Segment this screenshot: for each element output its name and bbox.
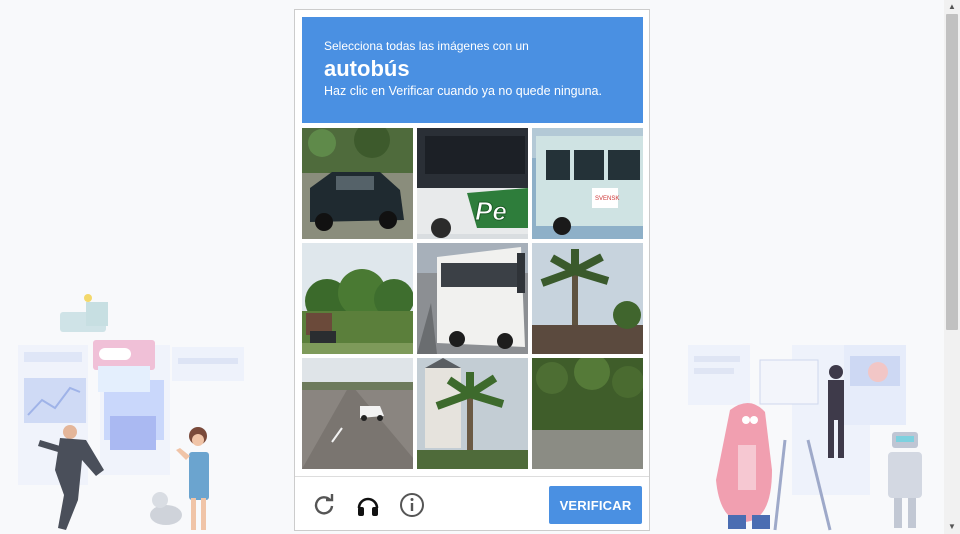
- svg-text:Pe: Pe: [475, 196, 507, 226]
- image-tile-6[interactable]: [532, 243, 643, 354]
- headphones-icon[interactable]: [353, 490, 383, 520]
- verify-button[interactable]: VERIFICAR: [549, 486, 642, 524]
- background-illustration-left: [18, 294, 244, 530]
- image-tile-7[interactable]: [302, 358, 413, 469]
- scroll-up-icon[interactable]: ▲: [944, 0, 960, 14]
- svg-text:SVENSK: SVENSK: [595, 196, 619, 202]
- footer-divider: [295, 476, 649, 477]
- image-tile-2[interactable]: Pe: [417, 128, 528, 239]
- info-icon[interactable]: [397, 490, 427, 520]
- page-scrollbar[interactable]: ▲ ▼: [944, 0, 960, 534]
- image-tile-8[interactable]: [417, 358, 528, 469]
- instruction-text: Selecciona todas las imágenes con un: [324, 39, 529, 53]
- image-tile-5[interactable]: [417, 243, 528, 354]
- challenge-header: Selecciona todas las imágenes con un aut…: [302, 17, 643, 123]
- recaptcha-dialog: Selecciona todas las imágenes con un aut…: [294, 9, 650, 531]
- background-illustration-right: [688, 345, 922, 531]
- scroll-thumb[interactable]: [946, 14, 958, 330]
- image-tile-1[interactable]: [302, 128, 413, 239]
- reload-icon[interactable]: [309, 490, 339, 520]
- image-tile-3[interactable]: SVENSK: [532, 128, 643, 239]
- target-object-label: autobús: [324, 56, 410, 81]
- scroll-down-icon[interactable]: ▼: [944, 520, 960, 534]
- image-tile-9[interactable]: [532, 358, 643, 469]
- image-grid: Pe SVENSK: [302, 128, 644, 470]
- instruction-subtext: Haz clic en Verificar cuando ya no quede…: [324, 84, 602, 98]
- image-tile-4[interactable]: [302, 243, 413, 354]
